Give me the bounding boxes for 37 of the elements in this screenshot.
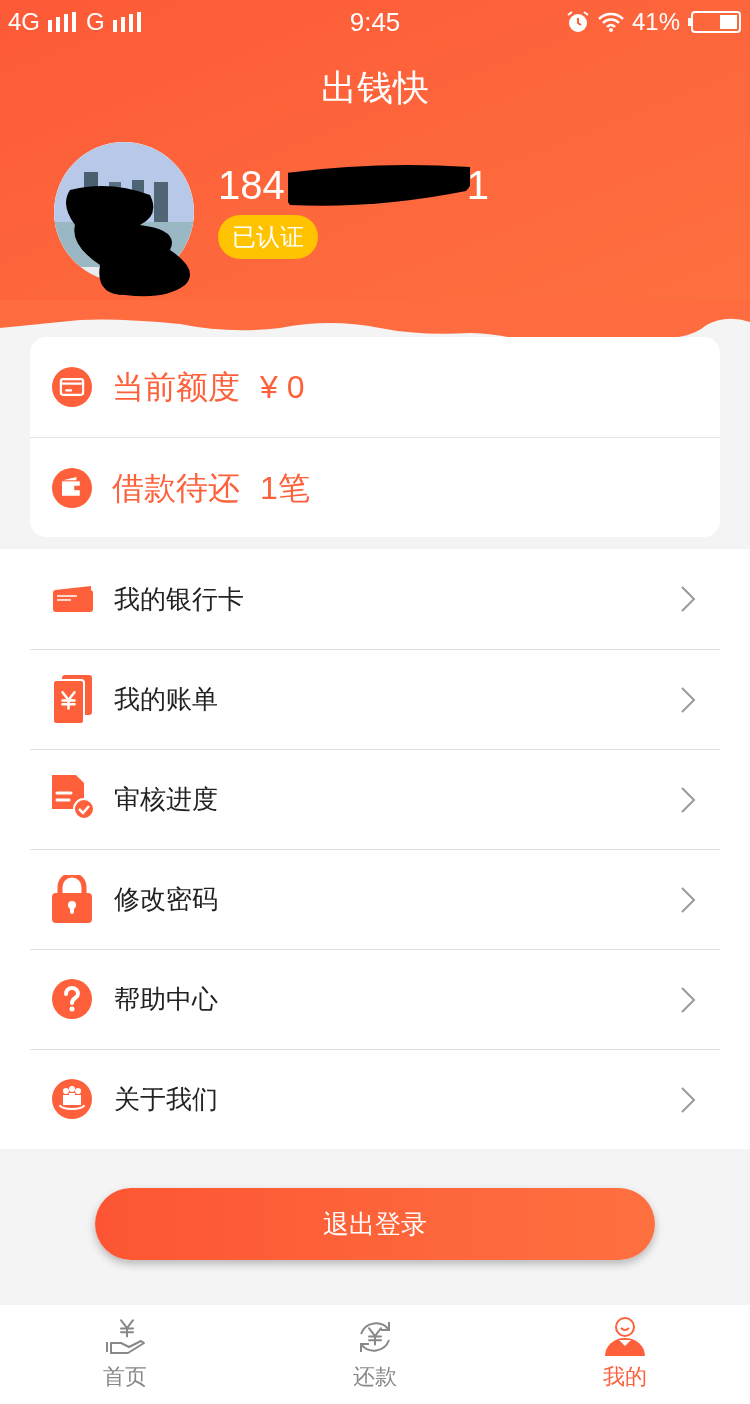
network-label: G	[86, 7, 105, 37]
wallet-icon	[52, 467, 92, 508]
person-icon	[604, 1316, 646, 1358]
menu-item[interactable]: 关于我们	[30, 1049, 720, 1149]
phone-number: 184	[218, 165, 285, 205]
chevron-icon	[680, 985, 696, 1014]
chevron-icon	[680, 785, 696, 814]
battery-percent: 41%	[631, 7, 680, 37]
summary-label: 借款待还	[112, 468, 240, 508]
verified-badge: 已认证	[218, 215, 318, 259]
app-title: 出钱快	[321, 70, 429, 106]
menu-item[interactable]: 我的账单	[30, 649, 720, 749]
nav-tab[interactable]: 首页	[0, 1305, 250, 1404]
nav-tab[interactable]: 还款	[250, 1305, 500, 1404]
phone-number: 1	[466, 165, 489, 205]
alarm-icon	[565, 10, 590, 34]
menu-item[interactable]: 帮助中心	[30, 949, 720, 1049]
battery-icon	[688, 11, 742, 33]
summary-value: 1笔	[260, 468, 310, 508]
menu-item[interactable]: 我的银行卡	[30, 549, 720, 649]
clock-time: 9:45	[349, 5, 401, 39]
menu-item[interactable]: 审核进度	[30, 749, 720, 849]
summary-value: ¥ 0	[260, 368, 305, 407]
lock-icon	[52, 874, 94, 925]
wifi-icon	[597, 11, 624, 33]
bank-card-icon	[52, 585, 94, 613]
credit-card-icon	[52, 367, 92, 407]
signal-icon	[48, 12, 78, 32]
network-label: 4G	[8, 7, 40, 37]
chevron-icon	[680, 585, 696, 613]
summary-label: 当前额度	[112, 368, 240, 407]
bill-icon	[52, 674, 94, 725]
chevron-icon	[680, 685, 696, 714]
chevron-icon	[680, 885, 696, 914]
menu-item[interactable]: 修改密码	[30, 849, 720, 949]
chevron-icon	[680, 1085, 696, 1114]
signal-icon	[112, 12, 143, 32]
